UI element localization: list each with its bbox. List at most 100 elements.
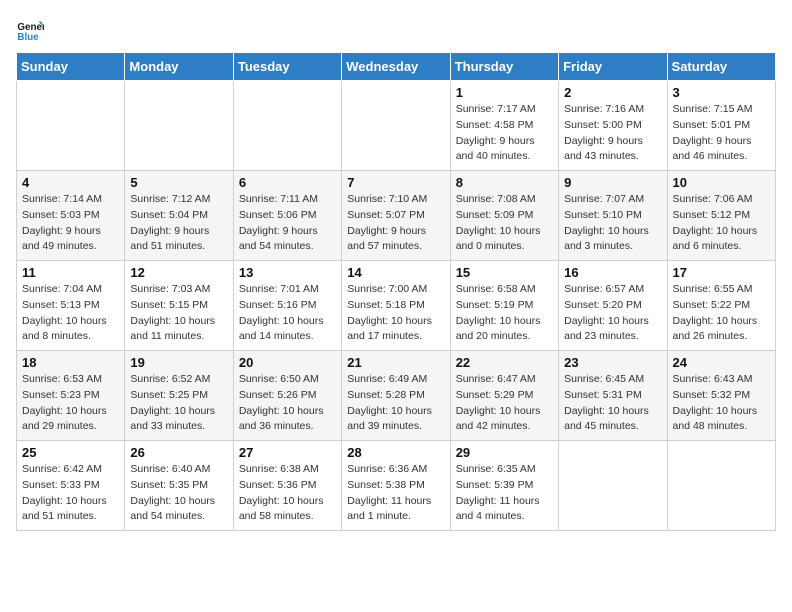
day-number: 24	[673, 355, 770, 370]
day-number: 19	[130, 355, 227, 370]
day-number: 20	[239, 355, 336, 370]
calendar-cell	[17, 81, 125, 171]
day-number: 4	[22, 175, 119, 190]
calendar-week-row: 25 Sunrise: 6:42 AM Sunset: 5:33 PM Dayli…	[17, 441, 776, 531]
calendar-cell	[342, 81, 450, 171]
calendar-week-row: 18 Sunrise: 6:53 AM Sunset: 5:23 PM Dayli…	[17, 351, 776, 441]
weekday-header: Tuesday	[233, 53, 341, 81]
calendar-cell: 9 Sunrise: 7:07 AM Sunset: 5:10 PM Daylig…	[559, 171, 667, 261]
day-info: Sunrise: 7:10 AM Sunset: 5:07 PM Dayligh…	[347, 192, 444, 255]
day-info: Sunrise: 7:15 AM Sunset: 5:01 PM Dayligh…	[673, 102, 770, 165]
page-header: General Blue	[16, 16, 776, 44]
weekday-header: Saturday	[667, 53, 775, 81]
calendar-cell: 10 Sunrise: 7:06 AM Sunset: 5:12 PM Dayli…	[667, 171, 775, 261]
calendar-cell: 20 Sunrise: 6:50 AM Sunset: 5:26 PM Dayli…	[233, 351, 341, 441]
day-info: Sunrise: 7:06 AM Sunset: 5:12 PM Dayligh…	[673, 192, 770, 255]
day-number: 25	[22, 445, 119, 460]
day-number: 7	[347, 175, 444, 190]
day-info: Sunrise: 6:55 AM Sunset: 5:22 PM Dayligh…	[673, 282, 770, 345]
calendar-cell: 5 Sunrise: 7:12 AM Sunset: 5:04 PM Daylig…	[125, 171, 233, 261]
calendar-cell: 28 Sunrise: 6:36 AM Sunset: 5:38 PM Dayli…	[342, 441, 450, 531]
day-number: 5	[130, 175, 227, 190]
day-info: Sunrise: 6:53 AM Sunset: 5:23 PM Dayligh…	[22, 372, 119, 435]
day-number: 15	[456, 265, 553, 280]
day-number: 6	[239, 175, 336, 190]
svg-text:Blue: Blue	[17, 32, 39, 43]
day-number: 23	[564, 355, 661, 370]
day-info: Sunrise: 6:36 AM Sunset: 5:38 PM Dayligh…	[347, 462, 444, 525]
day-info: Sunrise: 6:52 AM Sunset: 5:25 PM Dayligh…	[130, 372, 227, 435]
day-number: 18	[22, 355, 119, 370]
day-info: Sunrise: 7:03 AM Sunset: 5:15 PM Dayligh…	[130, 282, 227, 345]
day-info: Sunrise: 7:04 AM Sunset: 5:13 PM Dayligh…	[22, 282, 119, 345]
day-number: 12	[130, 265, 227, 280]
weekday-header: Friday	[559, 53, 667, 81]
day-number: 27	[239, 445, 336, 460]
calendar-cell: 25 Sunrise: 6:42 AM Sunset: 5:33 PM Dayli…	[17, 441, 125, 531]
calendar-cell	[125, 81, 233, 171]
day-number: 9	[564, 175, 661, 190]
day-number: 22	[456, 355, 553, 370]
day-number: 1	[456, 85, 553, 100]
day-info: Sunrise: 6:49 AM Sunset: 5:28 PM Dayligh…	[347, 372, 444, 435]
day-info: Sunrise: 6:45 AM Sunset: 5:31 PM Dayligh…	[564, 372, 661, 435]
day-info: Sunrise: 7:01 AM Sunset: 5:16 PM Dayligh…	[239, 282, 336, 345]
calendar-cell: 2 Sunrise: 7:16 AM Sunset: 5:00 PM Daylig…	[559, 81, 667, 171]
logo-icon: General Blue	[16, 16, 44, 44]
day-info: Sunrise: 6:58 AM Sunset: 5:19 PM Dayligh…	[456, 282, 553, 345]
logo: General Blue	[16, 16, 48, 44]
day-info: Sunrise: 6:50 AM Sunset: 5:26 PM Dayligh…	[239, 372, 336, 435]
calendar-cell: 22Sunrise: 6:47 AM Sunset: 5:29 PM Dayli…	[450, 351, 558, 441]
calendar-cell: 1 Sunrise: 7:17 AM Sunset: 4:58 PM Daylig…	[450, 81, 558, 171]
calendar-cell	[233, 81, 341, 171]
calendar-week-row: 1 Sunrise: 7:17 AM Sunset: 4:58 PM Daylig…	[17, 81, 776, 171]
day-info: Sunrise: 6:35 AM Sunset: 5:39 PM Dayligh…	[456, 462, 553, 525]
day-info: Sunrise: 6:38 AM Sunset: 5:36 PM Dayligh…	[239, 462, 336, 525]
calendar-cell: 7 Sunrise: 7:10 AM Sunset: 5:07 PM Daylig…	[342, 171, 450, 261]
day-number: 13	[239, 265, 336, 280]
weekday-header-row: SundayMondayTuesdayWednesdayThursdayFrid…	[17, 53, 776, 81]
calendar-cell: 4Sunrise: 7:14 AM Sunset: 5:03 PM Daylig…	[17, 171, 125, 261]
calendar-cell: 16 Sunrise: 6:57 AM Sunset: 5:20 PM Dayli…	[559, 261, 667, 351]
day-info: Sunrise: 7:08 AM Sunset: 5:09 PM Dayligh…	[456, 192, 553, 255]
calendar-cell: 23 Sunrise: 6:45 AM Sunset: 5:31 PM Dayli…	[559, 351, 667, 441]
calendar-cell: 14 Sunrise: 7:00 AM Sunset: 5:18 PM Dayli…	[342, 261, 450, 351]
day-info: Sunrise: 7:12 AM Sunset: 5:04 PM Dayligh…	[130, 192, 227, 255]
calendar-cell: 29 Sunrise: 6:35 AM Sunset: 5:39 PM Dayli…	[450, 441, 558, 531]
calendar-cell: 15 Sunrise: 6:58 AM Sunset: 5:19 PM Dayli…	[450, 261, 558, 351]
day-number: 29	[456, 445, 553, 460]
calendar-week-row: 4Sunrise: 7:14 AM Sunset: 5:03 PM Daylig…	[17, 171, 776, 261]
calendar-cell: 26Sunrise: 6:40 AM Sunset: 5:35 PM Dayli…	[125, 441, 233, 531]
day-info: Sunrise: 6:42 AM Sunset: 5:33 PM Dayligh…	[22, 462, 119, 525]
calendar-cell: 8 Sunrise: 7:08 AM Sunset: 5:09 PM Daylig…	[450, 171, 558, 261]
day-info: Sunrise: 7:07 AM Sunset: 5:10 PM Dayligh…	[564, 192, 661, 255]
calendar-cell: 12 Sunrise: 7:03 AM Sunset: 5:15 PM Dayli…	[125, 261, 233, 351]
day-number: 21	[347, 355, 444, 370]
calendar-cell: 3 Sunrise: 7:15 AM Sunset: 5:01 PM Daylig…	[667, 81, 775, 171]
calendar-cell: 13 Sunrise: 7:01 AM Sunset: 5:16 PM Dayli…	[233, 261, 341, 351]
weekday-header: Monday	[125, 53, 233, 81]
calendar-cell: 27 Sunrise: 6:38 AM Sunset: 5:36 PM Dayli…	[233, 441, 341, 531]
weekday-header: Thursday	[450, 53, 558, 81]
day-info: Sunrise: 7:16 AM Sunset: 5:00 PM Dayligh…	[564, 102, 661, 165]
weekday-header: Sunday	[17, 53, 125, 81]
day-number: 10	[673, 175, 770, 190]
day-number: 3	[673, 85, 770, 100]
day-info: Sunrise: 7:00 AM Sunset: 5:18 PM Dayligh…	[347, 282, 444, 345]
day-info: Sunrise: 6:43 AM Sunset: 5:32 PM Dayligh…	[673, 372, 770, 435]
day-info: Sunrise: 7:11 AM Sunset: 5:06 PM Dayligh…	[239, 192, 336, 255]
calendar-cell	[667, 441, 775, 531]
weekday-header: Wednesday	[342, 53, 450, 81]
day-number: 26	[130, 445, 227, 460]
day-number: 2	[564, 85, 661, 100]
day-info: Sunrise: 7:17 AM Sunset: 4:58 PM Dayligh…	[456, 102, 553, 165]
calendar-cell: 21 Sunrise: 6:49 AM Sunset: 5:28 PM Dayli…	[342, 351, 450, 441]
calendar-cell: 18 Sunrise: 6:53 AM Sunset: 5:23 PM Dayli…	[17, 351, 125, 441]
day-number: 17	[673, 265, 770, 280]
day-number: 8	[456, 175, 553, 190]
day-number: 16	[564, 265, 661, 280]
day-number: 14	[347, 265, 444, 280]
day-number: 28	[347, 445, 444, 460]
calendar-cell	[559, 441, 667, 531]
day-info: Sunrise: 6:57 AM Sunset: 5:20 PM Dayligh…	[564, 282, 661, 345]
